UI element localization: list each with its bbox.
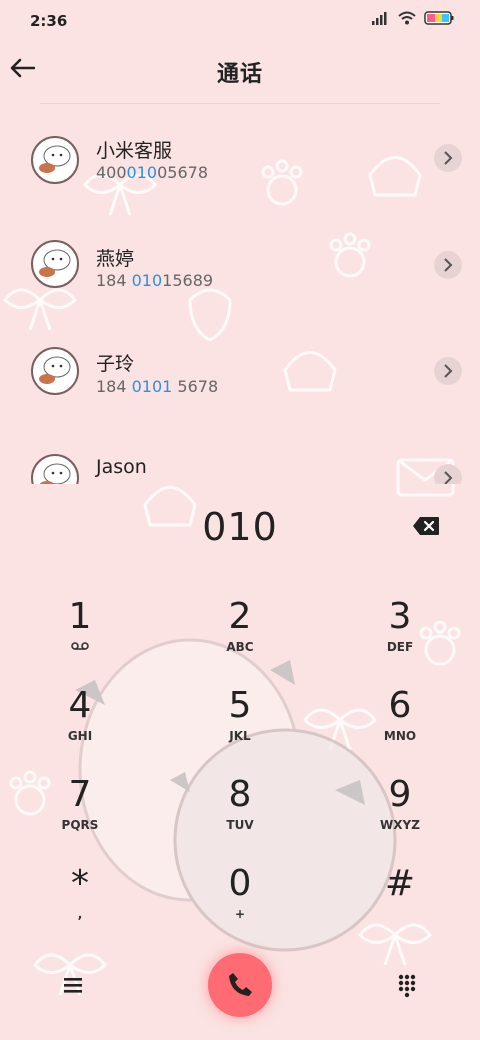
contact-name: Jason [96,456,147,478]
key-4[interactable]: 4 GHI [25,685,135,765]
voicemail-icon [25,640,135,654]
key-digit: # [384,863,416,904]
key-3[interactable]: 3 DEF [345,596,455,676]
key-1[interactable]: 1 [25,596,135,676]
keypad-icon [398,974,416,998]
contact-name: 子玲 [96,353,135,375]
menu-button[interactable] [58,970,88,1000]
page-title: 通话 [216,62,263,87]
key-star[interactable]: * , [25,863,135,943]
key-digit: 5 [228,685,252,726]
key-8[interactable]: 8 TUV [185,774,295,854]
contact-row[interactable]: 小米客服 40001005678 [0,110,480,210]
key-digit: 7 [68,774,92,815]
key-letters: TUV [226,818,254,832]
signal-icon [372,12,387,25]
contact-number: 40001005678 [96,163,208,182]
chevron-right-icon [444,364,453,378]
top-bar: 通话 [0,44,480,100]
status-bar: 2:36 [0,0,480,44]
key-letters: WXYZ [380,818,420,832]
key-5[interactable]: 5 JKL [185,685,295,765]
contact-detail-button[interactable] [434,357,462,385]
contact-number: 184 0101 5678 [96,377,219,396]
key-letters: PQRS [61,818,99,832]
keypad-toggle-button[interactable] [392,970,422,1000]
key-digit: 3 [388,596,412,637]
key-2[interactable]: 2 ABC [185,596,295,676]
call-button[interactable] [208,953,272,1017]
contact-row[interactable]: Jason [0,430,480,484]
key-9[interactable]: 9 WXYZ [345,774,455,854]
avatar [31,240,79,288]
key-letters: ABC [226,640,254,654]
battery-icon [424,11,454,25]
contact-detail-button[interactable] [434,251,462,279]
backspace-button[interactable] [412,516,440,540]
wifi-icon [398,11,416,25]
contact-suggestions: 小米客服 40001005678 燕婷 184 01015689 子玲 184 … [0,110,480,484]
key-letters: MNO [383,729,417,743]
key-digit: 4 [68,685,92,726]
key-letters: , [77,907,83,921]
contact-row[interactable]: 燕婷 184 01015689 [0,217,480,317]
key-6[interactable]: 6 MNO [345,685,455,765]
key-digit: * [71,863,89,904]
contact-name: 燕婷 [96,248,135,270]
chevron-right-icon [444,471,453,484]
contact-row[interactable]: 子玲 184 0101 5678 [0,323,480,423]
avatar [31,136,79,184]
avatar [31,347,79,395]
key-digit: 0 [228,863,252,904]
key-letters: JKL [229,729,251,743]
contact-detail-button[interactable] [434,144,462,172]
avatar [31,454,79,484]
key-7[interactable]: 7 PQRS [25,774,135,854]
contact-detail-button[interactable] [434,464,462,484]
dialer-actions [0,950,480,1020]
key-digit: 2 [228,596,252,637]
backspace-icon [413,517,439,535]
key-digit: 6 [388,685,412,726]
key-letters: + [234,907,246,921]
menu-icon [64,978,82,993]
phone-icon [229,973,252,996]
header-divider [40,103,440,104]
contact-name: 小米客服 [96,140,173,162]
dial-input[interactable]: 010 [0,505,480,549]
key-letters: DEF [386,640,414,654]
chevron-right-icon [444,258,453,272]
key-digit: 9 [388,774,412,815]
key-hash[interactable]: # [345,863,455,943]
contact-number: 184 01015689 [96,271,214,290]
key-letters: GHI [67,729,93,743]
key-0[interactable]: 0 + [185,863,295,943]
key-digit: 1 [68,596,92,637]
chevron-right-icon [444,151,453,165]
status-time: 2:36 [30,12,68,30]
key-digit: 8 [228,774,252,815]
